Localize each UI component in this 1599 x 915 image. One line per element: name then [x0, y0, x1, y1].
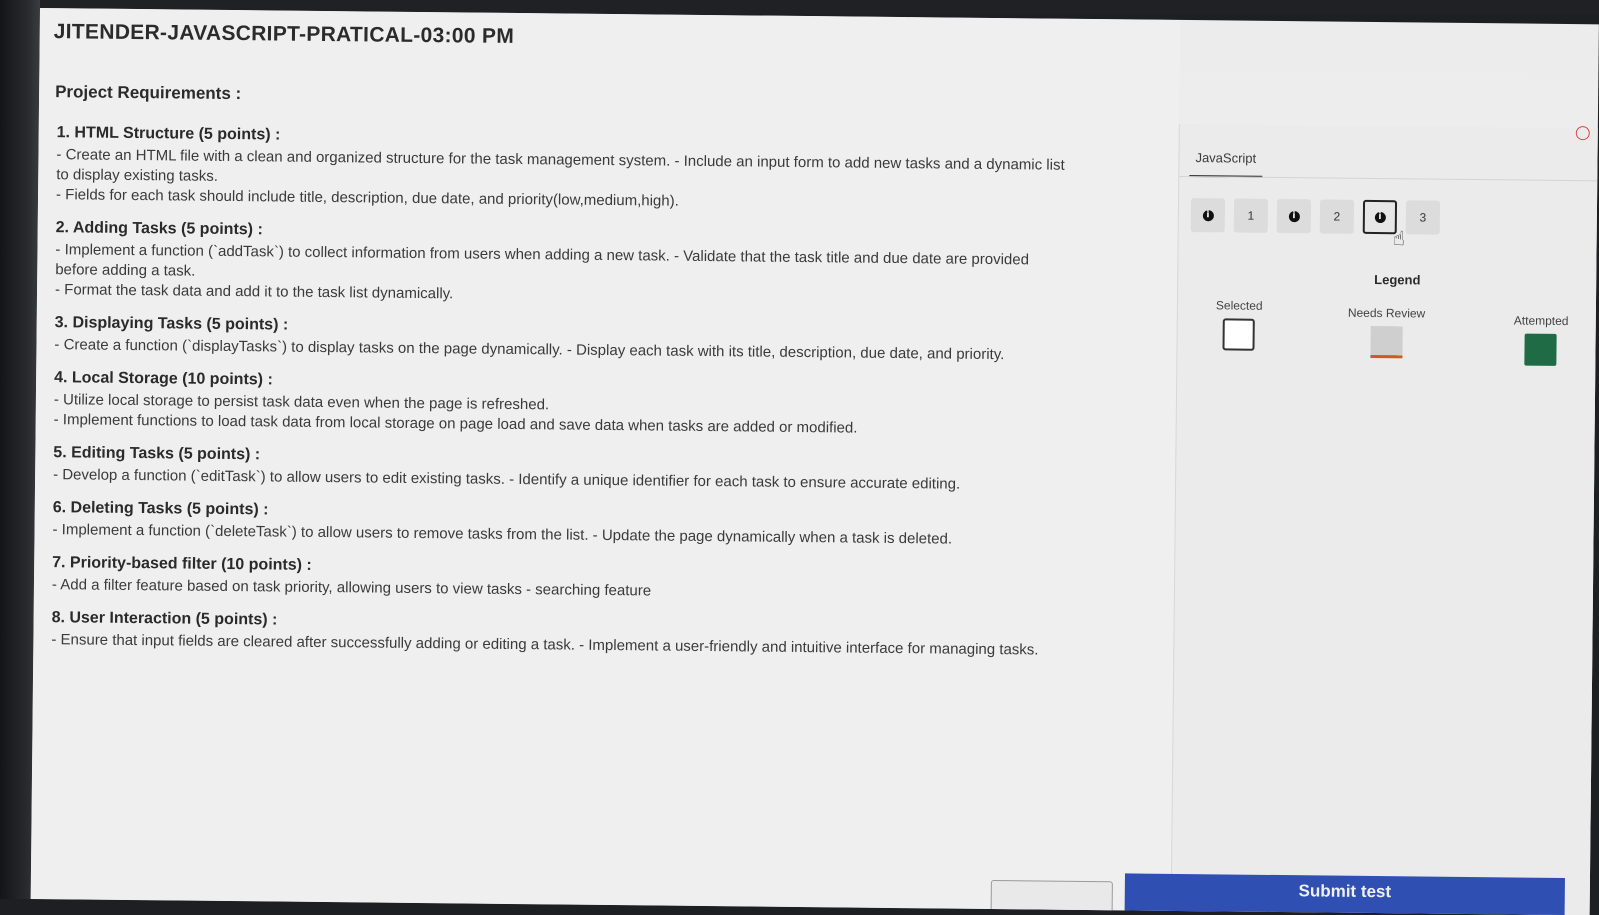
- requirement-section-3: 3. Displaying Tasks (5 points) : - Creat…: [54, 314, 1164, 367]
- legend-attempted-swatch: [1524, 333, 1558, 366]
- requirement-section-8: 8. User Interaction (5 points) : - Ensur…: [51, 609, 1161, 662]
- info-icon: i: [1288, 210, 1300, 222]
- legend-selected: Selected: [1215, 298, 1263, 351]
- legend-label: Selected: [1215, 298, 1263, 313]
- navigation-sidebar: JavaScript i 1 i 2 i 3 ☝ Legend Selected…: [1170, 123, 1599, 915]
- legend-title: Legend: [1374, 271, 1421, 288]
- requirement-section-7: 7. Priority-based filter (10 points) : -…: [52, 554, 1162, 607]
- legend-label: Attempted: [1513, 313, 1569, 329]
- info-icon: i: [1374, 211, 1386, 223]
- timer-icon: [1575, 126, 1590, 141]
- legend-needs-review: Needs Review: [1347, 306, 1425, 359]
- screen: JITENDER-JAVASCRIPT-PRATICAL-03:00 PM Pr…: [30, 8, 1599, 915]
- question-1-button[interactable]: 1: [1233, 198, 1269, 233]
- requirements-heading: Project Requirements :: [55, 82, 242, 104]
- requirements-list: 1. HTML Structure (5 points) : - Create …: [51, 124, 1167, 676]
- question-2-button[interactable]: 2: [1319, 199, 1355, 234]
- tab-javascript[interactable]: JavaScript: [1189, 150, 1263, 178]
- requirement-section-4: 4. Local Storage (10 points) : - Utilize…: [54, 369, 1165, 442]
- requirement-section-2: 2. Adding Tasks (5 points) : - Implement…: [55, 219, 1166, 312]
- submit-test-button[interactable]: Submit test: [1124, 873, 1565, 915]
- question-3-button[interactable]: 3: [1405, 200, 1441, 235]
- legend-label: Needs Review: [1347, 305, 1426, 321]
- question-1-info-button[interactable]: i: [1190, 198, 1226, 233]
- legend-attempted: Attempted: [1513, 313, 1569, 366]
- legend-needs-review-swatch: [1370, 325, 1403, 359]
- question-2-info-button[interactable]: i: [1276, 198, 1312, 234]
- legend-selected-swatch: [1222, 318, 1256, 351]
- requirement-section-1: 1. HTML Structure (5 points) : - Create …: [56, 124, 1167, 217]
- previous-button[interactable]: [990, 880, 1113, 914]
- requirement-section-5: 5. Editing Tasks (5 points) : - Develop …: [53, 444, 1163, 497]
- info-icon: i: [1202, 209, 1214, 221]
- page-title: JITENDER-JAVASCRIPT-PRATICAL-03:00 PM: [53, 20, 515, 48]
- question-pane: JITENDER-JAVASCRIPT-PRATICAL-03:00 PM Pr…: [30, 8, 1180, 911]
- hand-pointer-icon: ☝: [1392, 228, 1405, 251]
- tab-divider: [1179, 175, 1599, 182]
- requirement-section-6: 6. Deleting Tasks (5 points) : - Impleme…: [52, 499, 1162, 552]
